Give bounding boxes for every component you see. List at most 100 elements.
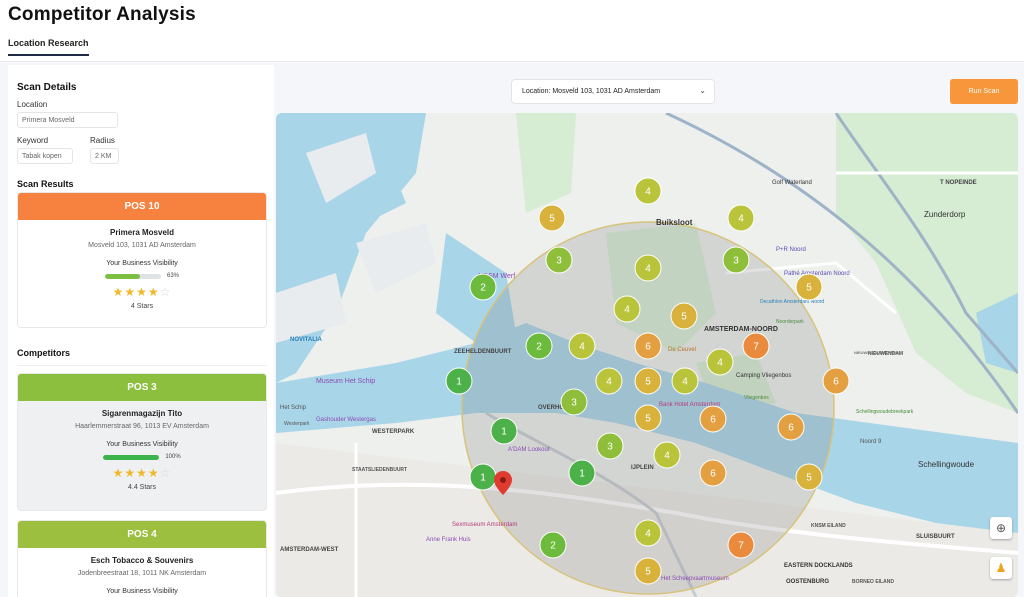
scan-result-card[interactable]: POS 10 Primera Mosveld Mosveld 103, 1031… xyxy=(17,192,267,328)
competitor-star-rating: ★★★★☆ xyxy=(18,466,266,480)
map-label: Camping Vliegenbos xyxy=(736,373,791,379)
scan-details-title: Scan Details xyxy=(17,82,77,93)
keyword-field[interactable]: Tabak kopen xyxy=(17,148,73,164)
map-label: Vliegenbos xyxy=(744,395,769,401)
rank-marker[interactable]: 3 xyxy=(596,432,624,460)
result-visibility-bar xyxy=(104,273,161,279)
star-icon: ★ xyxy=(124,285,137,299)
sidebar-panel: Scan Details Location Primera Mosveld Ke… xyxy=(8,65,274,597)
map-pan-icon[interactable]: ⊕ xyxy=(990,517,1012,539)
map-label: Noorderpark xyxy=(776,319,804,325)
location-dropdown[interactable]: Location: Mosveld 103, 1031 AD Amsterdam… xyxy=(511,79,715,104)
rank-marker[interactable]: 4 xyxy=(634,254,662,282)
map-label: Het Scheepvaartmuseum xyxy=(661,576,729,582)
rank-marker[interactable]: 4 xyxy=(727,204,755,232)
rank-marker[interactable]: 1 xyxy=(490,417,518,445)
rank-marker[interactable]: 1 xyxy=(568,459,596,487)
rank-marker[interactable]: 4 xyxy=(634,177,662,205)
competitor-visibility-fill xyxy=(103,454,160,460)
map-label: AMSTERDAM-NOORD xyxy=(704,326,778,333)
rank-marker[interactable]: 6 xyxy=(699,405,727,433)
map-label: Zunderdorp xyxy=(924,210,966,219)
competitor-business-address: Jodenbreestraat 18, 1011 NK Amsterdam xyxy=(77,570,207,577)
rank-marker-label: 4 xyxy=(624,305,630,316)
rank-marker[interactable]: 1 xyxy=(445,367,473,395)
rank-marker-label: 1 xyxy=(501,427,507,438)
result-visibility-label: Your Business Visibility xyxy=(106,260,178,267)
location-field[interactable]: Primera Mosveld xyxy=(17,112,118,128)
rank-marker[interactable]: 4 xyxy=(653,441,681,469)
rank-marker[interactable]: 4 xyxy=(706,348,734,376)
radius-field[interactable]: 2 KM xyxy=(90,148,119,164)
rank-marker[interactable]: 5 xyxy=(634,557,662,585)
rank-marker-label: 5 xyxy=(806,283,812,294)
map-label: BORNEO EILAND xyxy=(852,579,894,585)
tab-location-research[interactable]: Location Research xyxy=(8,38,89,56)
rank-marker-label: 4 xyxy=(645,264,651,275)
location-label: Location xyxy=(17,100,48,109)
map-view[interactable]: Buiksloot AMSTERDAM-NOORD ZEEHELDENBUURT WE… xyxy=(276,113,1018,597)
rank-marker[interactable]: 4 xyxy=(634,519,662,547)
map-label: Schellingwoude xyxy=(918,460,975,469)
rank-marker[interactable]: 5 xyxy=(795,463,823,491)
rank-marker[interactable]: 6 xyxy=(634,332,662,360)
rank-marker-label: 6 xyxy=(833,377,839,388)
rank-marker-label: 4 xyxy=(645,187,651,198)
rank-marker[interactable]: 4 xyxy=(595,367,623,395)
rank-marker[interactable]: 6 xyxy=(777,413,805,441)
rank-marker-label: 1 xyxy=(480,473,486,484)
competitor-visibility-row: 100% xyxy=(18,454,266,460)
rank-marker-label: 2 xyxy=(536,342,542,353)
competitor-visibility-percent: 100% xyxy=(165,454,181,460)
map-label: EASTERN DOCKLANDS xyxy=(784,563,853,569)
competitor-card[interactable]: POS 4 Esch Tobacco & Souvenirs Jodenbree… xyxy=(17,520,267,597)
rank-marker[interactable]: 5 xyxy=(795,273,823,301)
rank-marker-label: 5 xyxy=(681,312,687,323)
star-icon: ★ xyxy=(112,466,125,480)
rank-marker[interactable]: 5 xyxy=(634,367,662,395)
star-icon: ★ xyxy=(136,466,148,480)
rank-marker[interactable]: 5 xyxy=(538,204,566,232)
rank-marker[interactable]: 3 xyxy=(545,246,573,274)
rank-marker[interactable]: 6 xyxy=(699,459,727,487)
rank-marker[interactable]: 2 xyxy=(469,273,497,301)
map-label: Westerpark xyxy=(284,421,310,427)
star-icon: ★ xyxy=(147,285,160,299)
rank-marker[interactable]: 1 xyxy=(469,463,497,491)
location-dropdown-value: Location: Mosveld 103, 1031 AD Amsterdam xyxy=(522,88,661,95)
rank-marker-label: 5 xyxy=(645,567,651,578)
map-label: KNSM EILAND xyxy=(811,523,846,529)
map-label: WESTERPARK xyxy=(372,429,415,435)
rank-marker[interactable]: 4 xyxy=(613,295,641,323)
map-label: Sexmuseum Amsterdam xyxy=(452,522,517,528)
rank-marker-label: 6 xyxy=(710,469,716,480)
map-label: ZEEHELDENBUURT xyxy=(454,349,512,355)
result-visibility-row: 63% xyxy=(18,273,266,279)
rank-marker[interactable]: 4 xyxy=(568,332,596,360)
rank-marker[interactable]: 7 xyxy=(742,332,770,360)
rank-marker-label: 4 xyxy=(579,342,585,353)
rank-marker[interactable]: 7 xyxy=(727,531,755,559)
street-view-pegman-icon[interactable]: ♟ xyxy=(990,557,1012,579)
scan-results-title: Scan Results xyxy=(17,179,74,189)
rank-marker[interactable]: 2 xyxy=(539,531,567,559)
run-scan-button[interactable]: Run Scan xyxy=(950,79,1018,104)
rank-marker-label: 3 xyxy=(571,398,577,409)
rank-marker[interactable]: 3 xyxy=(560,388,588,416)
chevron-down-icon: ⌄ xyxy=(699,86,706,95)
rank-marker[interactable]: 4 xyxy=(671,367,699,395)
rank-marker[interactable]: 2 xyxy=(525,332,553,360)
rank-marker[interactable]: 6 xyxy=(822,367,850,395)
star-icon: ★ xyxy=(136,285,148,299)
map-label: T NOPEINDE xyxy=(940,180,977,186)
competitor-business-address: Haarlemmerstraat 96, 1013 EV Amsterdam xyxy=(75,423,209,430)
rank-marker[interactable]: 3 xyxy=(722,246,750,274)
map-label: Museum Het Schip xyxy=(316,378,375,385)
rank-marker-label: 3 xyxy=(607,442,613,453)
rank-marker[interactable]: 5 xyxy=(670,302,698,330)
competitor-visibility-bar xyxy=(103,454,160,460)
competitor-card[interactable]: POS 3 Sigarenmagazijn Tito Haarlemmerstr… xyxy=(17,373,267,511)
rank-marker-label: 2 xyxy=(550,541,556,552)
map-label: IJPLEIN xyxy=(631,465,654,471)
rank-marker[interactable]: 5 xyxy=(634,404,662,432)
